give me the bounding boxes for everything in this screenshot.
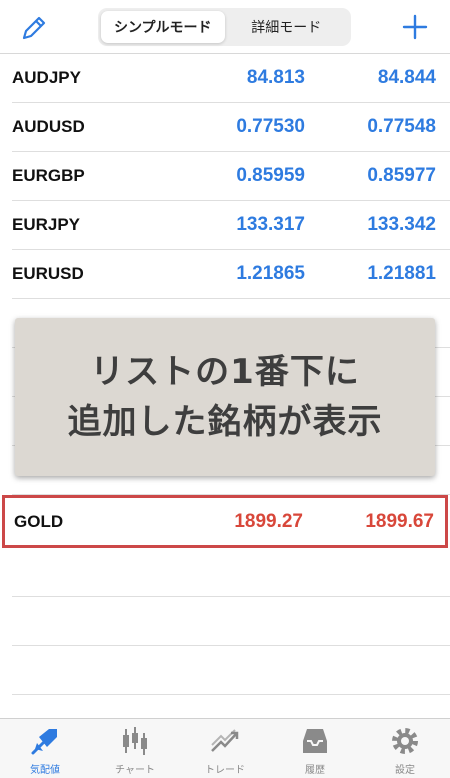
- bid-price: 84.813: [246, 67, 305, 88]
- top-bar: シンプルモード 詳細モード: [0, 0, 450, 54]
- symbol-name: GOLD: [14, 512, 64, 531]
- ask-price: 1.21881: [367, 263, 436, 284]
- quote-row-gold[interactable]: GOLD 1899.27 1899.67: [14, 498, 445, 545]
- pencil-icon[interactable]: [20, 14, 48, 42]
- bid-price: 1899.27: [234, 511, 303, 532]
- trade-icon: [211, 729, 239, 752]
- ask-price: 84.844: [377, 67, 436, 88]
- divider: [12, 694, 450, 695]
- bid-price: 0.85959: [236, 165, 305, 186]
- quote-row[interactable]: EURJPY 133.317 133.342: [12, 201, 450, 250]
- divider: [12, 596, 450, 597]
- symbol-name: AUDUSD: [12, 117, 85, 136]
- quote-row[interactable]: EURGBP 0.85959 0.85977: [12, 152, 450, 201]
- callout-line-1: リストの1番下に: [90, 352, 360, 392]
- tab-label: トレード: [205, 765, 245, 776]
- tab-trade[interactable]: トレード: [180, 719, 270, 778]
- symbol-name: EURUSD: [12, 264, 84, 283]
- bid-price: 1.21865: [236, 263, 305, 284]
- tab-history[interactable]: 履歴: [270, 719, 360, 778]
- tab-label: 履歴: [305, 765, 325, 776]
- bid-price: 0.77530: [236, 116, 305, 137]
- bid-price: 133.317: [236, 214, 305, 235]
- mode-segmented-control: シンプルモード 詳細モード: [98, 8, 351, 46]
- tab-chart[interactable]: チャート: [90, 719, 180, 778]
- divider: [12, 645, 450, 646]
- ask-price: 0.85977: [367, 165, 436, 186]
- detail-mode-tab[interactable]: 詳細モード: [225, 11, 349, 43]
- tab-settings[interactable]: 設定: [360, 719, 450, 778]
- ask-price: 1899.67: [365, 511, 434, 532]
- ask-price: 133.342: [367, 214, 436, 235]
- tab-quotes[interactable]: 気配値: [0, 719, 90, 778]
- tab-label: チャート: [115, 765, 155, 776]
- symbol-name: EURJPY: [12, 215, 81, 234]
- quote-row[interactable]: EURUSD 1.21865 1.21881: [12, 250, 450, 299]
- quotes-icon: [31, 729, 57, 755]
- annotation-callout: リストの1番下に 追加した銘柄が表示: [15, 318, 435, 476]
- add-symbol-icon[interactable]: [400, 12, 430, 42]
- symbol-name: EURGBP: [12, 166, 85, 185]
- tab-label: 設定: [395, 765, 415, 776]
- simple-mode-tab[interactable]: シンプルモード: [101, 11, 225, 43]
- history-icon: [303, 729, 327, 753]
- callout-line-2: 追加した銘柄が表示: [67, 402, 383, 442]
- ask-price: 0.77548: [367, 116, 436, 137]
- chart-icon: [123, 727, 147, 755]
- symbol-name: AUDJPY: [12, 68, 81, 87]
- quote-row[interactable]: AUDJPY 84.813 84.844: [12, 54, 450, 103]
- settings-icon: [392, 728, 418, 754]
- bottom-tab-bar: 気配値 チャート トレード 履歴 設定: [0, 718, 450, 778]
- tab-label: 気配値: [30, 765, 60, 776]
- quote-row[interactable]: AUDUSD 0.77530 0.77548: [12, 103, 450, 152]
- highlighted-quote-frame: GOLD 1899.27 1899.67: [2, 495, 448, 548]
